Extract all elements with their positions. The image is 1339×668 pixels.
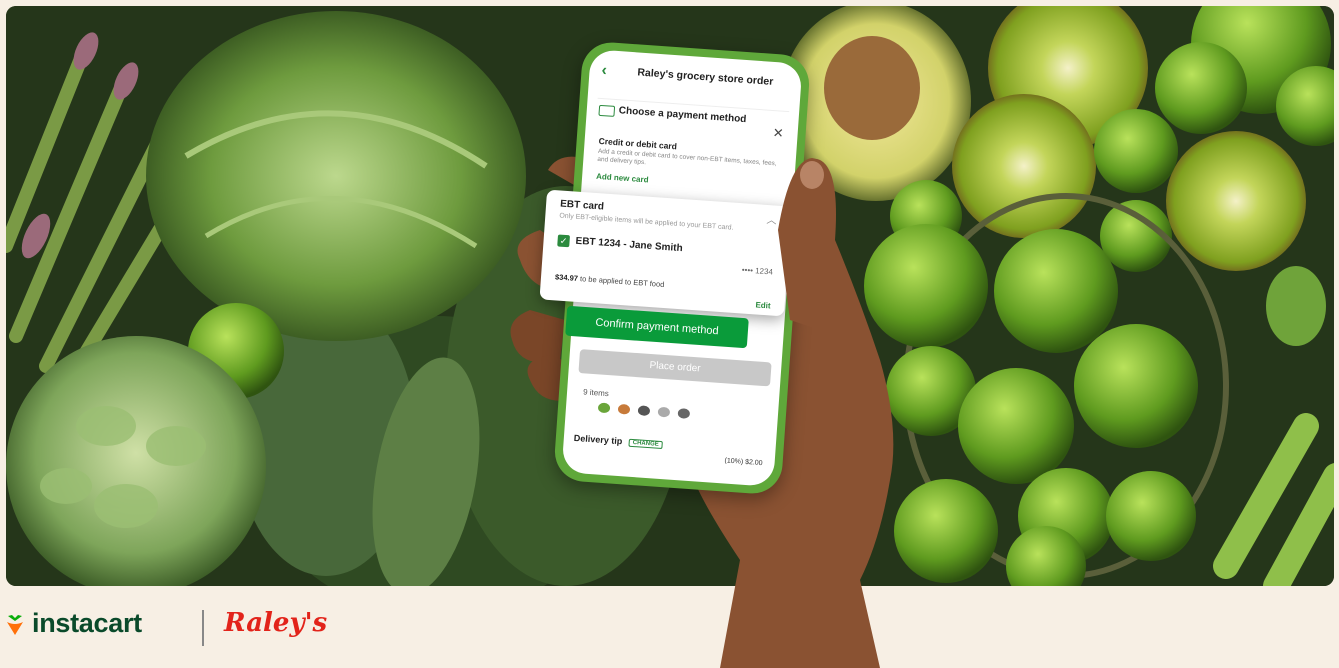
raleys-logo[interactable]: Raley's xyxy=(224,608,327,638)
close-icon[interactable]: ✕ xyxy=(772,125,784,142)
place-order-button[interactable]: Place order xyxy=(578,349,772,387)
add-new-card-link[interactable]: Add new card xyxy=(596,172,780,194)
delivery-tip: Delivery tip CHANGE xyxy=(574,433,664,449)
tip-amount: (10%) $2.00 xyxy=(724,457,763,468)
ebt-card-panel: EBT card ︿ Only EBT-eligible items will … xyxy=(539,189,792,317)
carrot-icon xyxy=(7,614,23,635)
payment-method-label: Choose a payment method xyxy=(618,105,747,126)
order-header: ‹ Raley's grocery store order xyxy=(588,57,802,102)
chevron-up-icon[interactable]: ︿ xyxy=(766,211,777,227)
checkbox-checked-icon[interactable]: ✓ xyxy=(557,234,571,248)
items-count: 9 items xyxy=(582,387,610,399)
instacart-wordmark: instacart xyxy=(32,608,142,638)
back-arrow-icon[interactable]: ‹ xyxy=(601,62,608,80)
change-tip-button[interactable]: CHANGE xyxy=(628,438,663,449)
edit-ebt-link[interactable]: Edit xyxy=(755,300,771,310)
ebt-note: Only EBT-eligible items will be applied … xyxy=(559,212,734,232)
item-thumbnail xyxy=(637,405,651,417)
credit-card-section: Credit or debit card Add a credit or deb… xyxy=(596,136,783,194)
ebt-applied-amount: $34.97 xyxy=(554,272,579,283)
ebt-applied-text: $34.97 to be applied to EBT food xyxy=(555,272,665,289)
item-thumbnails xyxy=(597,402,691,419)
payment-method-row: Choose a payment method ✕ xyxy=(596,97,790,141)
item-thumbnail xyxy=(597,402,611,414)
instacart-logo[interactable]: instacart xyxy=(4,608,142,639)
footer: instacart Raley's xyxy=(0,590,1339,668)
card-icon xyxy=(598,104,616,117)
order-title: Raley's grocery store order xyxy=(637,66,774,88)
item-thumbnail xyxy=(617,403,631,415)
delivery-tip-label: Delivery tip xyxy=(573,432,623,447)
ebt-card-title: EBT card xyxy=(559,198,605,213)
ebt-applied-label: to be applied to EBT food xyxy=(577,273,665,289)
ebt-card-name: EBT 1234 - Jane Smith xyxy=(575,235,683,255)
logo-divider xyxy=(202,610,204,646)
ebt-card-last4: •••• 1234 xyxy=(741,265,774,277)
item-thumbnail xyxy=(657,406,671,418)
item-thumbnail xyxy=(677,408,691,419)
